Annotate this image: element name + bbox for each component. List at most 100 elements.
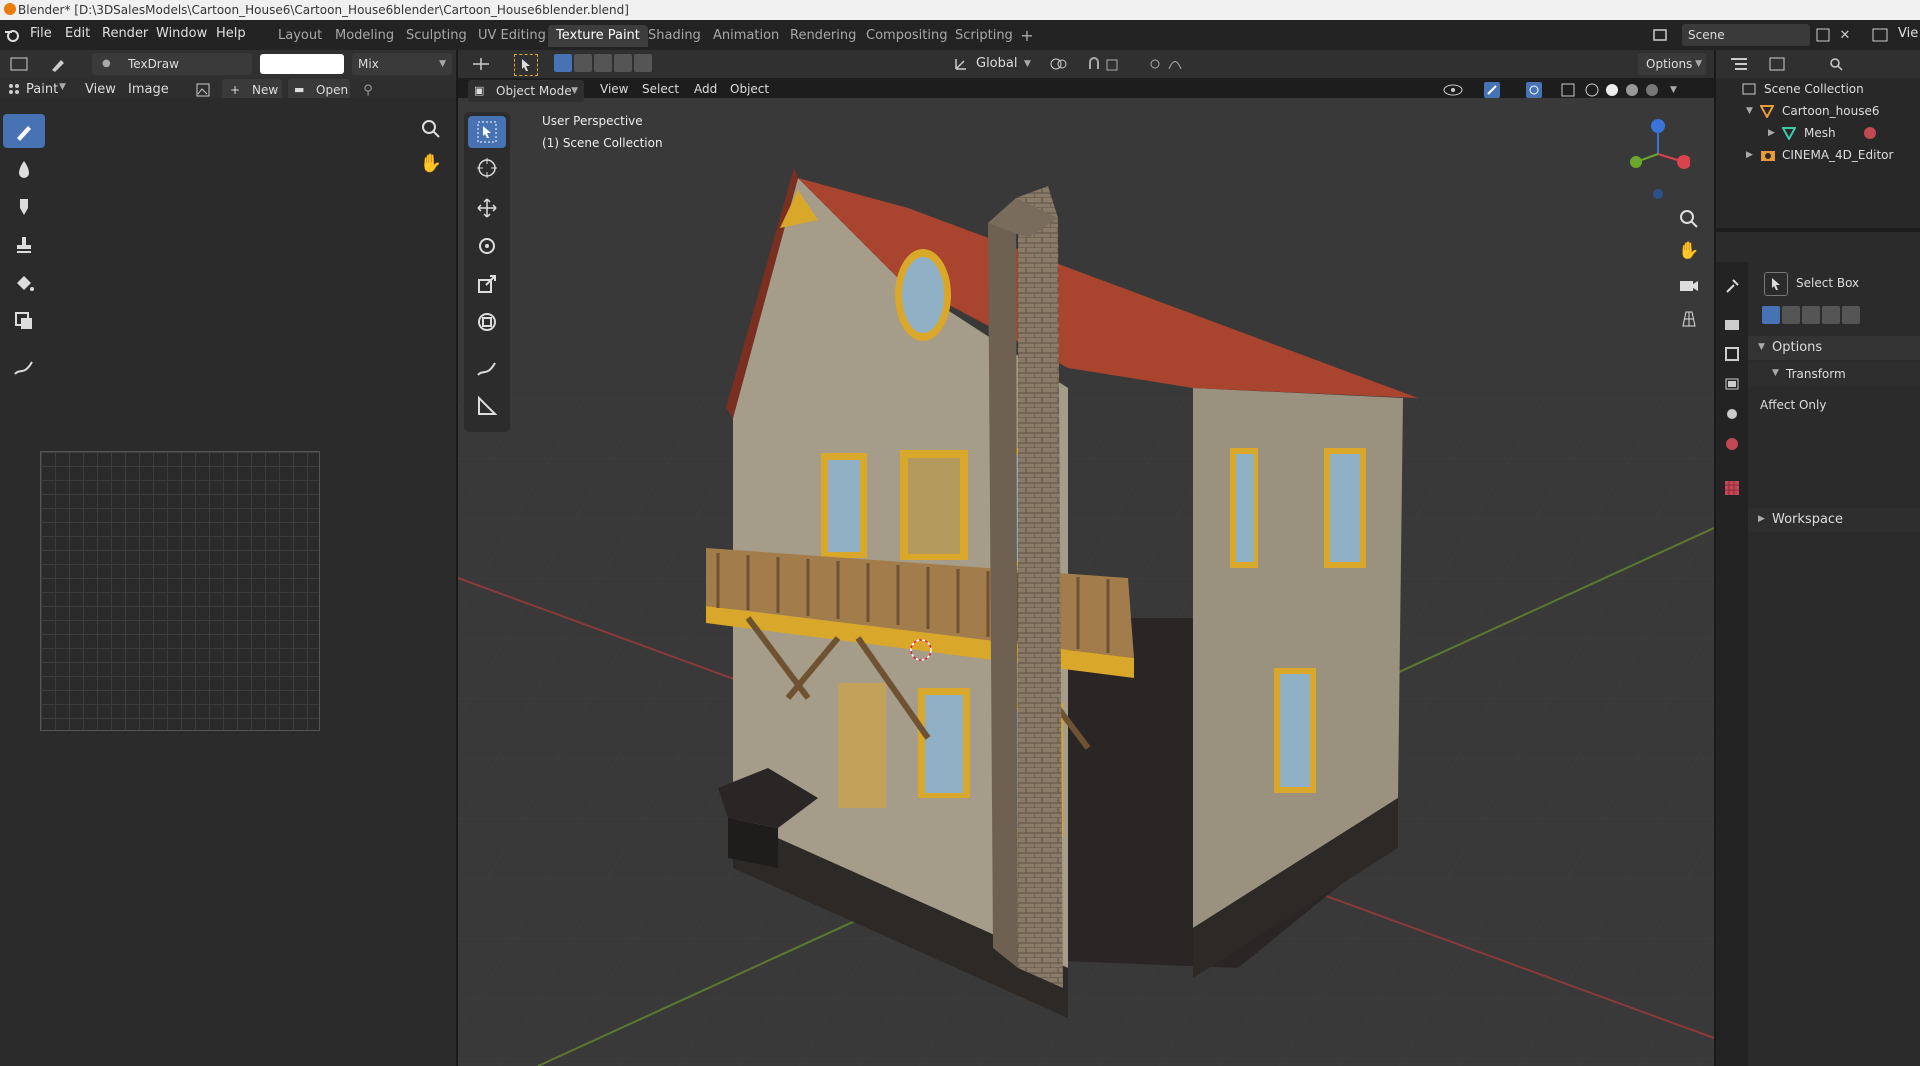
rotate-tool[interactable] [468, 230, 506, 262]
pivot-point-icon[interactable] [1044, 54, 1072, 74]
proportional-edit-icon[interactable] [1144, 54, 1194, 74]
transform-tool[interactable] [468, 306, 506, 338]
scene-selector-icon[interactable] [1648, 26, 1674, 44]
editor-type-icon[interactable] [6, 54, 32, 74]
tab-uv-editing[interactable]: UV Editing [470, 25, 554, 47]
brush-icon[interactable] [46, 54, 70, 74]
tab-rendering[interactable]: Rendering [782, 25, 864, 47]
measure-tool[interactable] [468, 390, 506, 422]
render-tab-icon[interactable] [1722, 314, 1742, 334]
menu-render[interactable]: Render [102, 26, 148, 41]
tool-tab-icon[interactable] [1722, 276, 1742, 296]
3d-viewport[interactable]: User Perspective (1) Scene Collection [458, 98, 1714, 1066]
zoom-icon[interactable] [418, 116, 444, 142]
outliner-row-cartoon-house[interactable]: ▼ Cartoon_house6 [1716, 100, 1920, 122]
view-layer-icon[interactable] [1868, 26, 1892, 44]
zoom-viewport-icon[interactable] [1676, 206, 1702, 232]
smear-tool[interactable] [3, 190, 45, 224]
camera-view-icon[interactable] [1676, 272, 1702, 298]
select-box-tool[interactable] [468, 116, 506, 148]
navigation-gizmo[interactable] [1620, 112, 1691, 202]
display-mode-icon[interactable] [1764, 54, 1790, 74]
cursor-tool[interactable] [468, 152, 506, 184]
fill-tool[interactable] [3, 266, 45, 300]
outliner-row-cinema-editor[interactable]: ▶ CINEMA_4D_Editor [1716, 144, 1920, 166]
expand-right-icon[interactable]: ▶ [1768, 122, 1775, 144]
outliner-row-scene-collection[interactable]: Scene Collection [1716, 78, 1920, 100]
tab-texture-paint[interactable]: Texture Paint [548, 25, 648, 47]
perspective-grid-icon[interactable] [1676, 306, 1702, 332]
search-icon[interactable] [1826, 54, 1846, 74]
world-tab-icon[interactable] [1722, 434, 1742, 454]
expand-down-icon[interactable]: ▼ [1746, 100, 1753, 122]
material-shading-icon[interactable] [1622, 80, 1642, 100]
blend-mode-dropdown[interactable]: Mix ▼ [352, 53, 452, 75]
view-layer-tab-icon[interactable] [1722, 374, 1742, 394]
image-menu[interactable]: Image [128, 82, 169, 97]
transform-subpanel-header[interactable]: ▼ Transform [1748, 362, 1920, 386]
add-workspace-icon[interactable]: + [1018, 26, 1036, 45]
select-subtract-icon[interactable] [1802, 306, 1820, 324]
solid-shading-icon[interactable] [1602, 80, 1622, 100]
rendered-shading-icon[interactable] [1642, 80, 1662, 100]
new-scene-icon[interactable] [1814, 26, 1832, 44]
tab-sculpting[interactable]: Sculpting [398, 25, 475, 47]
orientation-dropdown[interactable]: Global [976, 56, 1017, 71]
image-canvas[interactable] [40, 451, 320, 731]
close-scene-icon[interactable]: ✕ [1836, 26, 1854, 44]
tab-animation[interactable]: Animation [705, 25, 787, 47]
mask-tool[interactable] [3, 304, 45, 338]
texture-tab-icon[interactable] [1722, 478, 1742, 498]
viewport-add-menu[interactable]: Add [694, 82, 717, 96]
view-layer-name[interactable]: Vie [1898, 26, 1918, 41]
select-intersect-icon[interactable] [634, 54, 652, 72]
scale-tool[interactable] [468, 268, 506, 300]
select-extend-icon[interactable] [1782, 306, 1800, 324]
menu-edit[interactable]: Edit [65, 26, 90, 41]
hand-pan-viewport-icon[interactable]: ✋ [1676, 238, 1702, 264]
draw-tool[interactable] [3, 114, 45, 148]
select-intersect-icon[interactable] [1842, 306, 1860, 324]
move-tool[interactable] [468, 192, 506, 224]
expand-right-icon[interactable]: ▶ [1746, 144, 1753, 166]
select-extend-icon[interactable] [574, 54, 592, 72]
viewport-view-menu[interactable]: View [600, 82, 628, 96]
output-tab-icon[interactable] [1722, 344, 1742, 364]
overlays-toggle-icon[interactable] [1518, 80, 1552, 100]
xray-toggle-icon[interactable] [1558, 80, 1578, 100]
menu-help[interactable]: Help [216, 26, 246, 41]
orientation-icon[interactable] [952, 54, 970, 74]
paint-mode-icon[interactable] [6, 81, 22, 97]
image-browse-icon[interactable] [190, 81, 218, 99]
tab-layout[interactable]: Layout [270, 25, 330, 47]
tab-shading[interactable]: Shading [640, 25, 709, 47]
brush-name-field[interactable]: ● TexDraw [92, 53, 252, 75]
mode-dropdown[interactable]: ▣ Object Mode ▼ [468, 80, 584, 102]
menu-file[interactable]: File [30, 26, 52, 41]
view-menu[interactable]: View [85, 82, 116, 97]
select-new-icon[interactable] [1762, 306, 1780, 324]
scene-name-field[interactable]: Scene [1682, 24, 1810, 46]
select-tool-icon[interactable] [514, 54, 538, 76]
menu-window[interactable]: Window [156, 26, 207, 41]
tab-scripting[interactable]: Scripting [947, 25, 1021, 47]
select-subtract-icon[interactable] [594, 54, 612, 72]
transform-pivot-icon[interactable] [468, 54, 494, 74]
paint-menu[interactable]: Paint [26, 82, 58, 97]
annotate-viewport-tool[interactable] [468, 352, 506, 384]
viewport-select-menu[interactable]: Select [642, 82, 679, 96]
visibility-icon[interactable] [1436, 80, 1470, 100]
select-invert-icon[interactable] [614, 54, 632, 72]
gizmo-toggle-icon[interactable] [1476, 80, 1510, 100]
options-panel-header[interactable]: ▼ Options [1748, 336, 1920, 360]
scene-tab-icon[interactable] [1722, 404, 1742, 424]
select-new-icon[interactable] [554, 54, 572, 72]
tab-compositing[interactable]: Compositing [858, 25, 956, 47]
blender-menu-icon[interactable] [4, 27, 20, 43]
tab-modeling[interactable]: Modeling [327, 25, 402, 47]
workspace-panel-header[interactable]: ▶ Workspace [1748, 508, 1920, 532]
clone-tool[interactable] [3, 228, 45, 262]
select-invert-icon[interactable] [1822, 306, 1840, 324]
options-dropdown[interactable]: Options ▼ [1638, 53, 1706, 75]
pin-icon[interactable]: ⚲ [358, 81, 378, 99]
